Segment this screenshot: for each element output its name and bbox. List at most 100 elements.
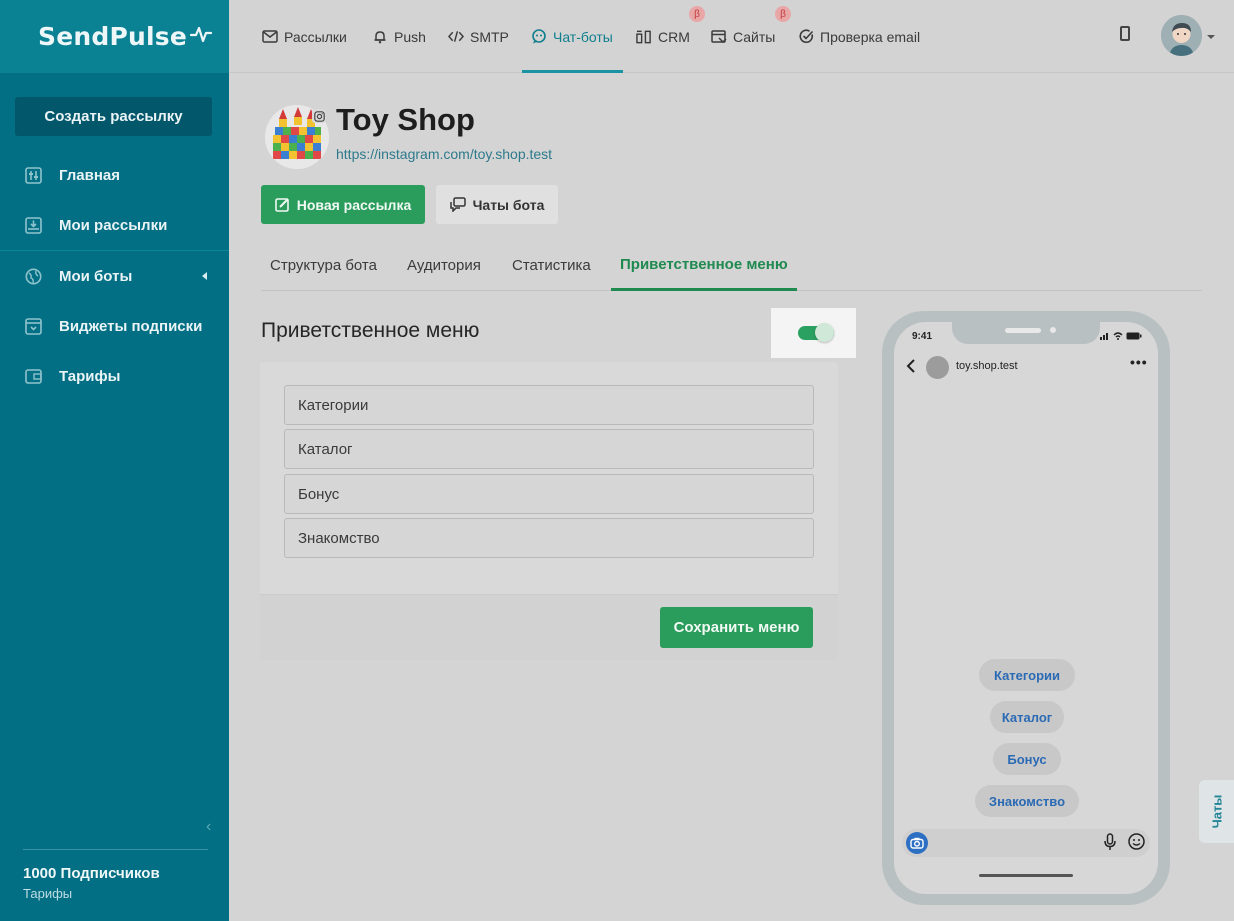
mail-icon bbox=[262, 29, 278, 45]
site-icon bbox=[711, 29, 727, 45]
divider bbox=[23, 849, 208, 850]
battery-icon bbox=[1126, 332, 1142, 340]
globe-icon bbox=[24, 267, 42, 285]
toggle-knob bbox=[815, 323, 834, 342]
button-label: Новая рассылка bbox=[296, 196, 412, 213]
pulse-icon bbox=[189, 24, 213, 49]
topnav-smtp[interactable]: SMTP bbox=[448, 0, 509, 73]
sidebar-item-home[interactable]: Главная bbox=[0, 150, 229, 200]
signal-icon bbox=[1100, 333, 1108, 340]
topnav-label: Проверка email bbox=[820, 28, 921, 45]
sidebar-item-widgets[interactable]: Виджеты подписки bbox=[0, 301, 229, 351]
sidebar: SendPulse Создать рассылку Главная Мои р… bbox=[0, 0, 229, 921]
topnav-label: Push bbox=[394, 28, 426, 45]
quick-reply-button[interactable]: Категории bbox=[979, 659, 1075, 691]
mobile-preview-icon[interactable] bbox=[1120, 26, 1130, 41]
topnav-label: SMTP bbox=[470, 28, 509, 45]
new-campaign-button[interactable]: Новая рассылка bbox=[261, 185, 425, 224]
phone-notch bbox=[952, 322, 1100, 344]
button-label: Чаты бота bbox=[472, 196, 545, 213]
menu-card-footer: Сохранить меню bbox=[260, 594, 838, 660]
camera-icon[interactable] bbox=[906, 832, 928, 854]
sidebar-item-campaigns[interactable]: Мои рассылки bbox=[0, 200, 229, 250]
chats-icon bbox=[449, 197, 466, 212]
topnav-campaigns[interactable]: Рассылки bbox=[262, 0, 347, 73]
topnav-label: Сайты bbox=[733, 28, 776, 45]
menu-item-field[interactable]: Бонус bbox=[284, 474, 814, 514]
topnav-chatbots[interactable]: Чат-боты bbox=[531, 0, 613, 73]
instagram-icon bbox=[312, 109, 326, 123]
check-circle-icon bbox=[798, 29, 814, 45]
top-bar: Рассылки Push SMTP Чат-боты CRM β Сайты … bbox=[229, 0, 1234, 73]
menu-item-field[interactable]: Каталог bbox=[284, 429, 814, 469]
chat-avatar bbox=[926, 356, 949, 379]
tab-statistics[interactable]: Статистика bbox=[503, 240, 600, 290]
beta-badge: β bbox=[775, 6, 791, 22]
tab-welcome-menu[interactable]: Приветственное меню bbox=[611, 240, 797, 291]
sidebar-item-bots[interactable]: Мои боты bbox=[0, 251, 229, 301]
sidebar-item-label: Мои боты bbox=[59, 267, 133, 285]
phone-speaker bbox=[1005, 328, 1041, 333]
tab-audience[interactable]: Аудитория bbox=[398, 240, 490, 290]
phone-preview: 9:41 toy.shop.test ••• Категории Каталог… bbox=[882, 311, 1170, 905]
bell-icon bbox=[372, 29, 388, 45]
wallet-icon bbox=[24, 367, 42, 385]
home-indicator bbox=[979, 874, 1073, 877]
chevron-down-icon[interactable] bbox=[1207, 35, 1215, 39]
menu-item-field[interactable]: Категории bbox=[284, 385, 814, 425]
edit-icon bbox=[274, 197, 290, 212]
sidebar-item-label: Виджеты подписки bbox=[59, 317, 203, 335]
topnav-email-check[interactable]: Проверка email bbox=[798, 0, 920, 73]
emoji-icon[interactable] bbox=[1128, 833, 1145, 855]
tariffs-link[interactable]: Тарифы bbox=[23, 886, 72, 901]
inbox-icon bbox=[24, 216, 42, 234]
chatbot-icon bbox=[531, 29, 547, 45]
quick-reply-button[interactable]: Бонус bbox=[993, 743, 1061, 775]
avatar[interactable] bbox=[1161, 15, 1202, 56]
save-menu-button[interactable]: Сохранить меню bbox=[660, 607, 813, 648]
phone-screen: 9:41 toy.shop.test ••• Категории Каталог… bbox=[894, 322, 1158, 894]
topnav-sites[interactable]: Сайты bbox=[711, 0, 775, 73]
topnav-label: Чат-боты bbox=[553, 28, 613, 45]
microphone-icon[interactable] bbox=[1104, 833, 1116, 856]
topnav-label: CRM bbox=[658, 28, 690, 45]
menu-item-field[interactable]: Знакомство bbox=[284, 518, 814, 558]
sidebar-item-label: Тарифы bbox=[59, 367, 121, 385]
sidebar-item-tariffs[interactable]: Тарифы bbox=[0, 351, 229, 401]
chat-account-name: toy.shop.test bbox=[956, 360, 1018, 372]
tab-structure[interactable]: Структура бота bbox=[261, 240, 386, 290]
beta-badge: β bbox=[689, 6, 705, 22]
welcome-menu-toggle[interactable] bbox=[771, 308, 856, 358]
back-arrow-icon[interactable] bbox=[906, 359, 916, 378]
topnav-label: Рассылки bbox=[284, 28, 347, 45]
topnav-push[interactable]: Push bbox=[372, 0, 426, 73]
more-options-icon[interactable]: ••• bbox=[1130, 354, 1148, 370]
section-title: Приветственное меню bbox=[261, 319, 480, 342]
brand-logo: SendPulse bbox=[38, 22, 187, 51]
expand-arrow-icon[interactable] bbox=[202, 272, 207, 280]
bot-url-link[interactable]: https://instagram.com/toy.shop.test bbox=[336, 146, 552, 162]
chats-side-tab[interactable]: Чаты bbox=[1199, 780, 1234, 843]
brand[interactable]: SendPulse bbox=[0, 0, 229, 73]
sidebar-item-label: Мои рассылки bbox=[59, 216, 168, 234]
code-icon bbox=[448, 29, 464, 45]
bot-chats-button[interactable]: Чаты бота bbox=[436, 185, 558, 224]
page-title: Toy Shop bbox=[336, 102, 475, 137]
bot-tabs: Структура бота Аудитория Статистика Прив… bbox=[261, 240, 1202, 291]
topnav-crm[interactable]: CRM bbox=[636, 0, 690, 73]
chats-side-tab-label: Чаты bbox=[1209, 794, 1224, 829]
collapse-sidebar-icon[interactable]: ‹ bbox=[206, 818, 211, 836]
sidebar-item-label: Главная bbox=[59, 166, 121, 184]
phone-status-icons bbox=[1100, 332, 1142, 340]
quick-reply-button[interactable]: Каталог bbox=[990, 701, 1064, 733]
create-campaign-button[interactable]: Создать рассылку bbox=[15, 97, 212, 136]
menu-card: Категории Каталог Бонус Знакомство Сохра… bbox=[260, 362, 838, 660]
sidebar-nav: Главная Мои рассылки Мои боты Виджеты по… bbox=[0, 150, 229, 401]
phone-time: 9:41 bbox=[912, 331, 933, 342]
wifi-icon bbox=[1113, 332, 1123, 340]
phone-camera bbox=[1050, 327, 1056, 333]
subscribers-count: 1000 Подписчиков bbox=[23, 865, 160, 882]
sliders-icon bbox=[24, 166, 42, 184]
quick-reply-button[interactable]: Знакомство bbox=[975, 785, 1079, 817]
widget-icon bbox=[24, 317, 42, 335]
